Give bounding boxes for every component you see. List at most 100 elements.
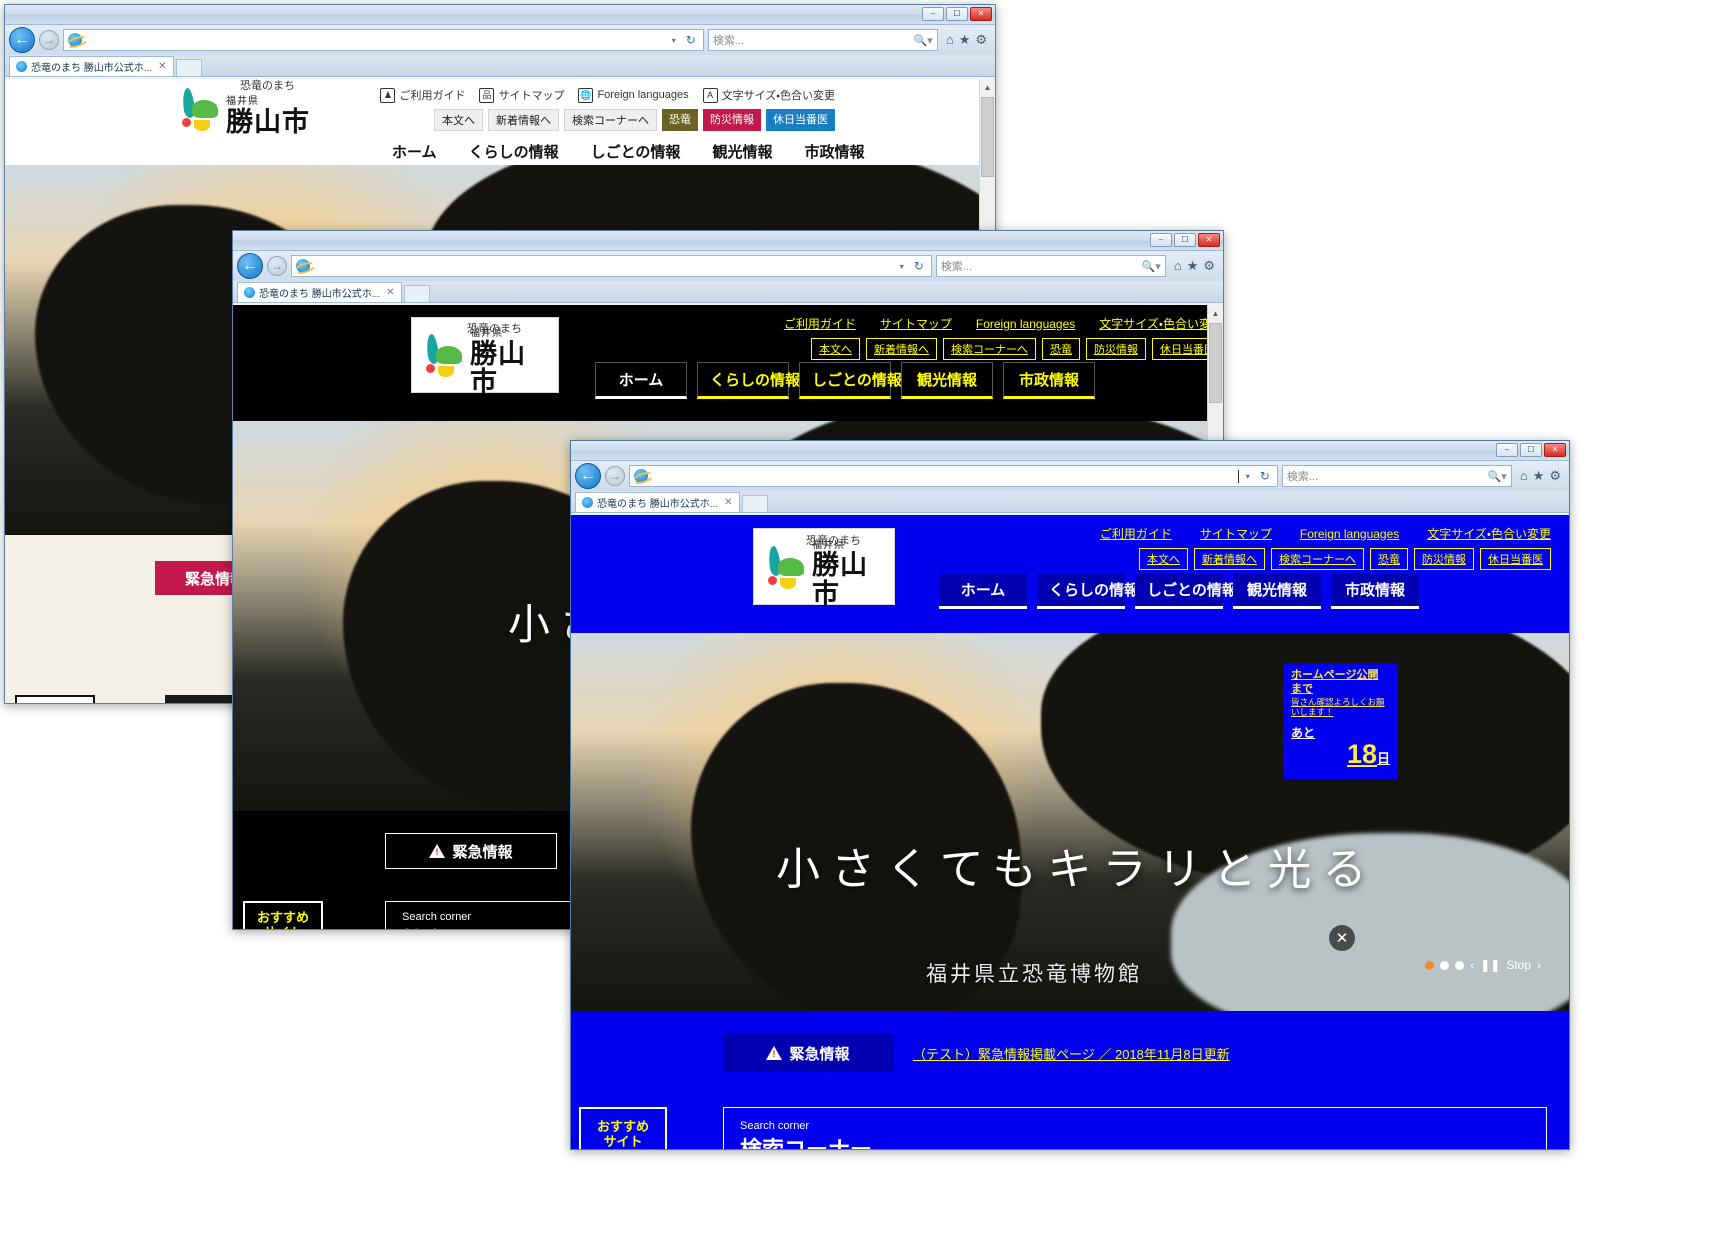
slider-controls[interactable]: ‹ ❚❚ Stop ›	[1425, 958, 1541, 972]
chip-honbun[interactable]: 本文へ	[1139, 548, 1188, 570]
title-bar[interactable]: – ☐ ✕	[5, 5, 995, 25]
minimize-button[interactable]: –	[922, 7, 944, 21]
search-icon[interactable]: 🔍▾	[1488, 470, 1507, 483]
browser-tab[interactable]: 恐竜のまち 勝山市公式ホ... ✕	[237, 282, 402, 302]
address-dropdown-icon[interactable]: ▾	[669, 36, 679, 45]
utility-link-foreign[interactable]: 🌐 Foreign languages	[578, 88, 688, 103]
chip-kyujitsu[interactable]: 休日当番医	[1480, 548, 1551, 570]
countdown-title-line2[interactable]: まで	[1291, 683, 1390, 697]
tools-gear-icon[interactable]: ⚙	[1203, 258, 1215, 274]
new-tab-button[interactable]	[742, 495, 768, 512]
new-tab-button[interactable]	[176, 59, 202, 76]
search-input[interactable]: 検索... 🔍▾	[708, 29, 938, 51]
chip-kyoryu[interactable]: 恐竜	[1370, 548, 1408, 570]
chip-kyoryu[interactable]: 恐竜	[662, 109, 698, 131]
tab-close-icon[interactable]: ✕	[158, 61, 166, 72]
chip-bosai[interactable]: 防災情報	[1414, 548, 1474, 570]
home-icon[interactable]: ⌂	[1520, 468, 1528, 484]
favorites-star-icon[interactable]: ★	[1533, 468, 1545, 484]
maximize-button[interactable]: ☐	[1174, 233, 1196, 247]
utility-link-sitemap[interactable]: サイトマップ	[880, 315, 952, 332]
recommend-sites-button[interactable]: おすすめ サイト open	[243, 901, 323, 929]
close-button[interactable]: ✕	[970, 7, 992, 21]
slider-dot-1[interactable]	[1425, 961, 1434, 970]
address-bar[interactable]: ▾ ↻	[63, 29, 704, 51]
minimize-button[interactable]: –	[1496, 443, 1518, 457]
back-arrow-icon[interactable]: ←	[9, 27, 35, 53]
recommend-sites-button[interactable]: おすすめ サイト open	[15, 695, 95, 703]
back-arrow-icon[interactable]: ←	[237, 253, 263, 279]
chip-shinchaku[interactable]: 新着情報へ	[1194, 548, 1265, 570]
title-bar[interactable]: – ☐ ✕	[233, 231, 1223, 251]
search-corner[interactable]: Search corner 検索コーナー	[723, 1107, 1547, 1149]
browser-window-blue[interactable]: – ☐ ✕ ← → ▾ ↻ 検索... 🔍▾ ⌂ ★ ⚙ 恐竜のまち 勝山市公式…	[570, 440, 1570, 1150]
close-button[interactable]: ✕	[1544, 443, 1566, 457]
chip-honbun[interactable]: 本文へ	[434, 109, 483, 131]
scroll-thumb[interactable]	[1209, 323, 1222, 403]
nav-item-shigoto[interactable]: しごとの情報	[799, 362, 891, 399]
chip-shinchaku[interactable]: 新着情報へ	[488, 109, 559, 131]
slider-dot-2[interactable]	[1440, 961, 1449, 970]
home-icon[interactable]: ⌂	[946, 32, 954, 48]
window-controls[interactable]: – ☐ ✕	[922, 7, 992, 21]
nav-item-kanko[interactable]: 観光情報	[1233, 573, 1321, 609]
slider-next-button[interactable]: ›	[1537, 958, 1541, 972]
nav-item-home[interactable]: ホーム	[595, 362, 687, 399]
close-button[interactable]: ✕	[1198, 233, 1220, 247]
window-controls[interactable]: – ☐ ✕	[1496, 443, 1566, 457]
search-input[interactable]: 検索... 🔍▾	[936, 255, 1166, 277]
utility-link-sitemap[interactable]: サイトマップ	[1200, 525, 1272, 542]
nav-item-kanko[interactable]: 観光情報	[901, 362, 993, 399]
refresh-icon[interactable]: ↻	[1257, 469, 1273, 483]
nav-item-home[interactable]: ホーム	[939, 573, 1027, 609]
nav-item-shigoto[interactable]: しごとの情報	[1135, 573, 1223, 609]
nav-item-shisei[interactable]: 市政情報	[1331, 573, 1419, 609]
nav-item-kurashi[interactable]: くらしの情報	[1037, 573, 1125, 609]
chip-bosai[interactable]: 防災情報	[703, 109, 761, 131]
utility-link-guide[interactable]: ご利用ガイド	[784, 315, 856, 332]
countdown-box[interactable]: ホームページ公開 まで 皆さん確認よろしくお願 いします！ あと 18日	[1283, 663, 1398, 779]
chip-kensaku[interactable]: 検索コーナーへ	[1271, 548, 1364, 570]
hero-slider[interactable]: 小さくてもキラリと光る 福井県立恐竜博物館 ‹ ❚❚ Stop › ホームページ…	[571, 633, 1569, 1011]
utility-link-guide[interactable]: ご利用ガイド	[1100, 525, 1172, 542]
search-icon[interactable]: 🔍▾	[914, 34, 933, 47]
back-arrow-icon[interactable]: ←	[575, 463, 601, 489]
tab-close-icon[interactable]: ✕	[724, 497, 732, 508]
utility-link-textsize[interactable]: 文字サイズ・色合い変更	[1427, 525, 1551, 542]
slider-prev-button[interactable]: ‹	[1470, 958, 1474, 972]
chip-bosai[interactable]: 防災情報	[1086, 338, 1146, 360]
forward-arrow-icon[interactable]: →	[39, 30, 59, 50]
scroll-up-icon[interactable]: ▲	[980, 79, 995, 95]
forward-arrow-icon[interactable]: →	[605, 466, 625, 486]
maximize-button[interactable]: ☐	[1520, 443, 1542, 457]
maximize-button[interactable]: ☐	[946, 7, 968, 21]
minimize-button[interactable]: –	[1150, 233, 1172, 247]
recommend-sites-button[interactable]: おすすめ サイト open	[579, 1107, 667, 1149]
chip-kyujitsu[interactable]: 休日当番医	[766, 109, 835, 131]
address-dropdown-icon[interactable]: ▾	[1243, 472, 1253, 481]
browser-tab[interactable]: 恐竜のまち 勝山市公式ホ... ✕	[9, 56, 174, 76]
scroll-up-icon[interactable]: ▲	[1208, 305, 1223, 321]
favorites-star-icon[interactable]: ★	[959, 32, 971, 48]
search-input[interactable]: 検索... 🔍▾	[1282, 465, 1512, 487]
site-logo[interactable]: 恐竜のまち 福井県 勝山市	[180, 83, 310, 136]
countdown-close-button[interactable]: ✕	[1329, 925, 1355, 951]
utility-link-textsize[interactable]: 文字サイズ・色合い変更	[1099, 315, 1223, 332]
address-dropdown-icon[interactable]: ▾	[897, 262, 907, 271]
emergency-button[interactable]: 緊急情報	[723, 1034, 893, 1072]
chip-honbun[interactable]: 本文へ	[811, 338, 860, 360]
utility-link-foreign[interactable]: Foreign languages	[1300, 527, 1399, 541]
emergency-link[interactable]: （テスト）緊急情報掲載ページ ／ 2018年11月8日更新	[913, 1044, 1230, 1063]
chip-shinchaku[interactable]: 新着情報へ	[866, 338, 937, 360]
address-bar[interactable]: ▾ ↻	[629, 465, 1278, 487]
pause-icon[interactable]: ❚❚	[1480, 958, 1500, 972]
utility-link-textsize[interactable]: A 文字サイズ・色合い変更	[703, 87, 835, 103]
home-icon[interactable]: ⌂	[1174, 258, 1182, 274]
tools-gear-icon[interactable]: ⚙	[1549, 468, 1561, 484]
countdown-title-line1[interactable]: ホームページ公開	[1291, 669, 1390, 683]
utility-link-sitemap[interactable]: 品 サイトマップ	[479, 87, 564, 103]
nav-item-shisei[interactable]: 市政情報	[1003, 362, 1095, 399]
tab-close-icon[interactable]: ✕	[386, 287, 394, 298]
scroll-thumb[interactable]	[981, 97, 994, 177]
refresh-icon[interactable]: ↻	[911, 259, 927, 273]
